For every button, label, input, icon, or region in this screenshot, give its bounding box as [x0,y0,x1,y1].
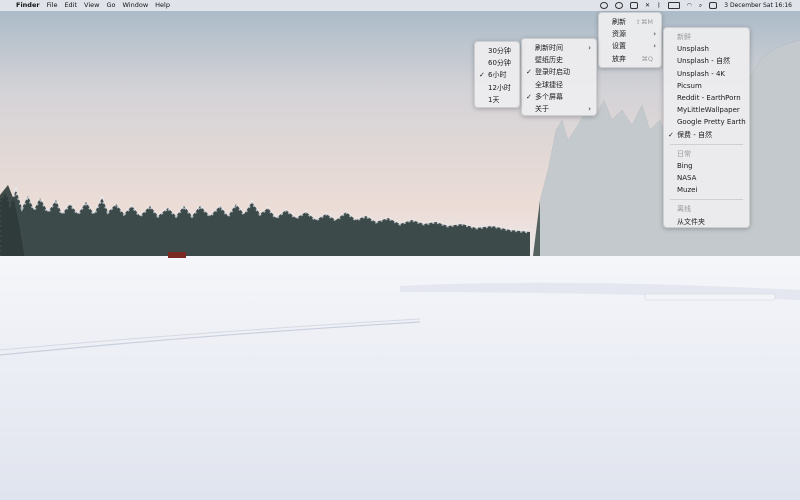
interval-1day[interactable]: 1天 [475,94,519,106]
menu-item-label: 12小时 [488,83,511,92]
menu-item-label: 从文件夹 [677,217,705,226]
section-header-daily: 日常 [677,149,691,158]
menu-item-label: Bing [677,161,693,170]
menu-item-label: Unsplash [677,45,709,54]
status-area: ✕ ᛒ ◠ ⌕ 3 December Sat 16:16 [599,0,792,11]
menu-item-quit[interactable]: 放弃 ⌘Q [599,53,661,65]
menu-item-label: 30分钟 [488,47,511,55]
menu-item-label: Muzei [677,186,698,195]
chevron-right-icon: › [588,104,591,113]
menu-item-label: 壁纸历史 [535,56,563,65]
menu-item-refresh[interactable]: 刷新 ⇧⌘M [599,16,661,28]
source-picsum[interactable]: Picsum [664,80,749,92]
menu-item-label: Unsplash - 4K [677,69,725,78]
shortcut-label: ⇧⌘M [635,18,653,26]
interval-6h[interactable]: ✓ 6小时 [475,69,519,81]
setting-global-shortcut[interactable]: 全球捷径 [522,79,596,91]
menu-bar: Finder File Edit View Go Window Help ✕ ᛒ… [0,0,800,11]
menu-item-label: 刷新 [612,18,626,26]
menu-item-settings[interactable]: 设置 › [599,40,661,52]
wallpaper-app-icon[interactable] [599,2,608,9]
menu-item-label: NASA [677,174,697,183]
source-unsplash-nature[interactable]: Unsplash - 自然 [664,55,749,67]
setting-multiple-screens[interactable]: ✓ 多个屏幕 [522,91,596,103]
source-unsplash[interactable]: Unsplash [664,43,749,55]
source-reddit-earthporn[interactable]: Reddit - EarthPorn [664,92,749,104]
menu-file[interactable]: File [47,0,58,11]
chevron-right-icon: › [653,30,656,39]
refresh-interval-submenu: 30分钟 60分钟 ✓ 6小时 12小时 1天 [474,41,520,108]
menu-item-label: 1天 [488,95,500,104]
chevron-right-icon: › [588,44,591,52]
source-nasa[interactable]: NASA [664,172,749,184]
setting-about[interactable]: 关于 › [522,103,596,115]
setting-wallpaper-history[interactable]: 壁纸历史 [522,54,596,66]
chevron-right-icon: › [653,42,656,51]
menu-item-label: 60分钟 [488,59,511,68]
section-header-fresh: 新鲜 [677,33,691,41]
checkmark-icon: ✓ [526,68,532,77]
source-google-pretty-earth[interactable]: Google Pretty Earth [664,116,749,128]
app-main-menu: 刷新 ⇧⌘M 资源 › 设置 › 放弃 ⌘Q [598,12,662,68]
menu-item-label: 6小时 [488,71,507,80]
menu-item-label: Google Pretty Earth [677,118,746,127]
menu-item-label: 登录时启动 [535,68,570,77]
menu-view[interactable]: View [84,0,99,11]
source-muzei[interactable]: Muzei [664,184,749,196]
menu-item-label: 刷新时间 [535,44,563,52]
source-mylittlewallpaper[interactable]: MyLittleWallpaper [664,104,749,116]
user-status-icon[interactable] [614,2,623,9]
menu-item-label: 多个屏幕 [535,92,563,101]
section-header-offline: 离线 [677,205,691,214]
menu-item-label: 保费 - 自然 [677,130,712,139]
source-from-folder[interactable]: 从文件夹 [664,216,749,228]
wifi-icon[interactable]: ◠ [687,2,692,9]
setting-launch-at-login[interactable]: ✓ 登录时启动 [522,66,596,78]
input-source-icon[interactable] [629,2,638,9]
control-center-icon[interactable] [709,2,718,9]
menu-go[interactable]: Go [106,0,115,11]
bluetooth-icon[interactable]: ᛒ [657,2,661,9]
battery-icon[interactable] [667,2,680,9]
menubar-clock[interactable]: 3 December Sat 16:16 [724,2,792,9]
settings-submenu: 刷新时间 › 壁纸历史 ✓ 登录时启动 全球捷径 ✓ 多个屏幕 关于 › [521,38,597,116]
menu-separator [670,199,743,201]
interval-30min[interactable]: 30分钟 [475,45,519,57]
menu-item-label: Picsum [677,81,702,90]
sources-submenu: 新鲜 Unsplash Unsplash - 自然 Unsplash - 4K … [663,27,750,228]
menu-item-label: 关于 [535,104,549,113]
menu-item-label: 全球捷径 [535,80,563,89]
menu-separator [670,143,743,145]
app-menu-finder[interactable]: Finder [16,0,40,11]
menu-item-label: Reddit - EarthPorn [677,93,741,102]
source-premium-nature[interactable]: ✓ 保费 - 自然 [664,129,749,141]
menu-help[interactable]: Help [155,0,170,11]
menu-item-label: 设置 [612,42,626,51]
checkmark-icon: ✓ [479,71,485,80]
source-bing[interactable]: Bing [664,160,749,172]
menu-edit[interactable]: Edit [64,0,77,11]
setting-refresh-interval[interactable]: 刷新时间 › [522,42,596,54]
shortcut-label: ⌘Q [641,54,653,63]
menu-item-label: MyLittleWallpaper [677,106,740,115]
checkmark-icon: ✓ [526,92,532,101]
menu-item-sources[interactable]: 资源 › [599,28,661,40]
menu-window[interactable]: Window [123,0,149,11]
menu-item-label: 资源 [612,30,626,39]
source-unsplash-4k[interactable]: Unsplash - 4K [664,68,749,80]
search-icon[interactable]: ⌕ [699,2,702,10]
mute-icon[interactable]: ✕ [645,2,650,9]
checkmark-icon: ✓ [668,130,674,139]
menu-item-label: Unsplash - 自然 [677,57,730,66]
interval-12h[interactable]: 12小时 [475,82,519,94]
menu-item-label: 放弃 [612,54,626,63]
interval-60min[interactable]: 60分钟 [475,57,519,69]
